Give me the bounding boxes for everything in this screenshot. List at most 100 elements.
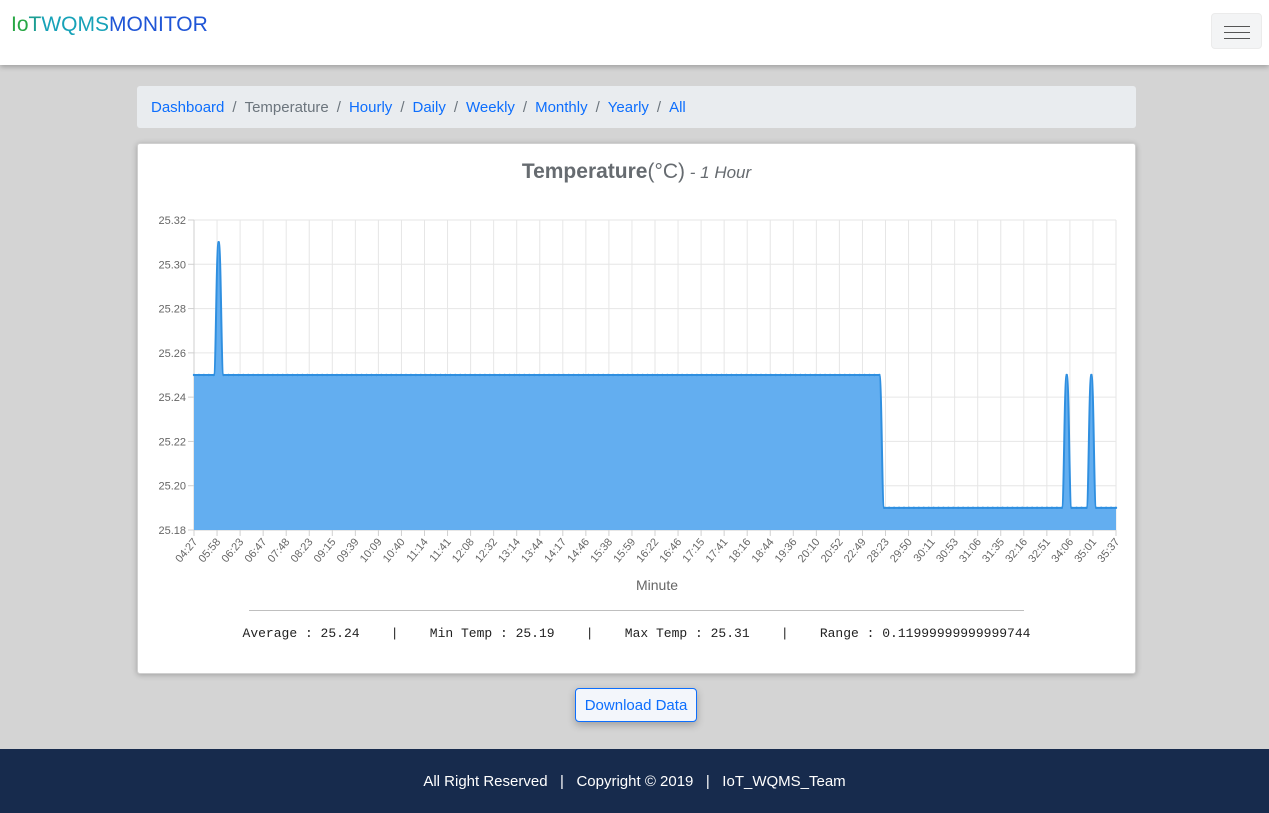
y-tick-label: 25.24: [158, 392, 186, 404]
data-point: [1075, 506, 1078, 510]
data-point: [449, 373, 452, 377]
data-point: [991, 506, 994, 510]
data-point: [1021, 506, 1024, 510]
x-tick-label: 06:23: [220, 536, 247, 565]
data-point: [922, 506, 925, 510]
data-point: [690, 373, 694, 377]
data-point: [513, 373, 516, 377]
data-point: [1050, 506, 1054, 510]
x-tick-label: 09:39: [335, 536, 362, 565]
data-point: [809, 373, 812, 377]
data-point: [843, 373, 847, 377]
data-point: [611, 373, 615, 377]
breadcrumb-separator: /: [656, 98, 662, 116]
breadcrumb-separator: /: [400, 98, 405, 116]
y-tick-label: 25.20: [158, 481, 186, 493]
data-point: [1035, 506, 1039, 510]
data-point: [705, 373, 708, 377]
x-tick-label: 30:53: [934, 536, 961, 565]
data-point: [434, 373, 437, 377]
chart-card: Temperature(°C) - 1 Hour 25.32 25.30 25.28…: [137, 143, 1136, 674]
data-point: [493, 373, 496, 377]
breadcrumb-hourly[interactable]: Hourly: [349, 99, 392, 116]
data-point: [902, 506, 906, 510]
data-point: [242, 373, 245, 377]
breadcrumb-weekly[interactable]: Weekly: [466, 99, 515, 116]
data-point: [1114, 506, 1118, 510]
data-point: [266, 373, 270, 377]
data-point: [730, 373, 733, 377]
data-point: [769, 373, 773, 377]
data-point: [523, 373, 526, 377]
x-tick-label: 04:27: [173, 536, 200, 565]
data-point: [848, 373, 851, 377]
data-point: [335, 373, 339, 377]
breadcrumb-all[interactable]: All: [669, 99, 686, 116]
data-point: [794, 373, 797, 377]
x-tick-label: 14:17: [542, 536, 569, 565]
data-point: [937, 506, 940, 510]
data-point: [286, 373, 289, 377]
breadcrumb-yearly[interactable]: Yearly: [608, 99, 649, 116]
data-point: [971, 506, 975, 510]
brand-logo[interactable]: IoTWQMSMONITOR: [11, 13, 208, 37]
data-point: [1045, 506, 1049, 510]
x-tick-label: 05:58: [196, 536, 223, 565]
data-point: [725, 373, 728, 377]
data-point: [651, 373, 654, 377]
data-point: [917, 506, 920, 510]
data-point: [567, 373, 570, 377]
data-point: [823, 373, 827, 377]
data-point: [217, 240, 220, 244]
x-tick-label: 28:23: [865, 536, 892, 565]
x-tick-label: 29:50: [888, 536, 915, 565]
data-point: [957, 506, 960, 510]
temperature-chart[interactable]: 25.32 25.30 25.28 25.26 25.24 25.22 25.20 25.18…: [138, 144, 1135, 604]
data-point: [700, 373, 704, 377]
download-data-button[interactable]: Download Data: [575, 688, 697, 722]
x-tick-label: 18:16: [727, 536, 754, 565]
brand-part-wqms: WQMS: [41, 13, 109, 36]
data-point: [1016, 506, 1019, 510]
data-point: [370, 373, 373, 377]
x-tick-label: 15:38: [588, 536, 615, 565]
navbar-toggle-button[interactable]: [1211, 13, 1262, 49]
data-point: [789, 373, 792, 377]
data-point: [976, 506, 980, 510]
x-tick-label: 07:48: [266, 536, 293, 565]
data-point: [804, 373, 807, 377]
data-point: [641, 373, 644, 377]
data-point: [1040, 506, 1044, 510]
data-point: [330, 373, 334, 377]
data-point: [1070, 506, 1073, 510]
data-point: [365, 373, 368, 377]
data-point: [325, 373, 329, 377]
data-point: [375, 373, 378, 377]
breadcrumb-daily[interactable]: Daily: [412, 99, 445, 116]
data-point: [883, 506, 886, 510]
breadcrumb-dashboard[interactable]: Dashboard: [151, 99, 224, 116]
x-tick-label: 32:51: [1026, 536, 1053, 565]
breadcrumb-monthly[interactable]: Monthly: [535, 99, 588, 116]
data-point: [616, 373, 620, 377]
data-point: [192, 373, 196, 377]
x-tick-label: 31:35: [980, 536, 1007, 565]
data-point: [419, 373, 423, 377]
data-point: [473, 373, 477, 377]
x-tick-label: 12:08: [450, 536, 477, 565]
data-point: [360, 373, 363, 377]
data-point: [316, 373, 319, 377]
data-point: [1100, 506, 1103, 510]
data-point: [424, 373, 427, 377]
data-point: [631, 373, 635, 377]
data-point: [483, 373, 487, 377]
data-point: [754, 373, 758, 377]
data-point: [247, 373, 250, 377]
x-tick-label: 20:52: [819, 536, 846, 565]
data-point: [981, 506, 985, 510]
data-point: [735, 373, 738, 377]
data-point: [459, 373, 462, 377]
x-tick-label: 13:14: [496, 536, 523, 565]
x-tick-label: 17:41: [704, 536, 731, 565]
data-point: [547, 373, 551, 377]
